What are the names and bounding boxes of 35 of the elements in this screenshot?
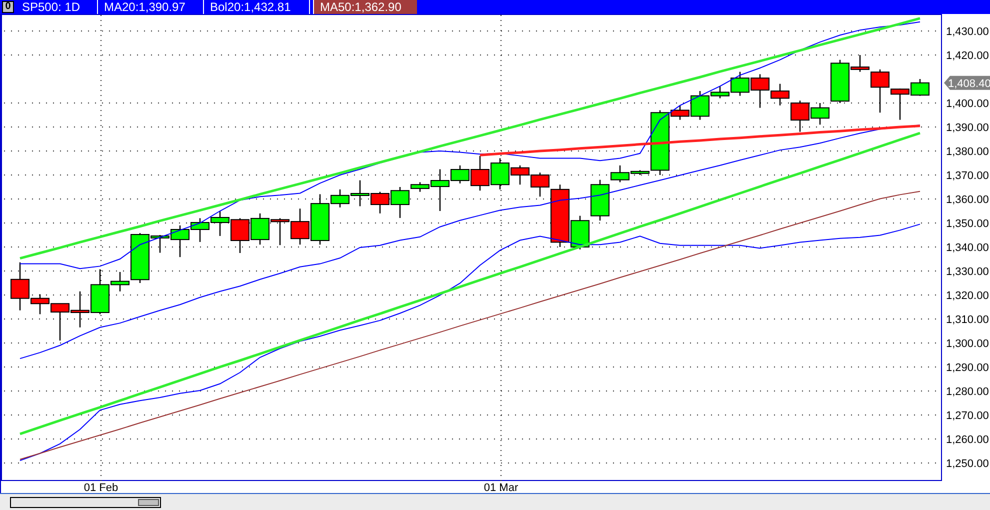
axis-label: 1,290.00 [946, 362, 989, 374]
price-tag: 1,408.40 [944, 76, 990, 90]
candlestick [230, 218, 250, 253]
axis-label: 1,260.00 [946, 434, 989, 446]
scrollbar-thumb[interactable] [138, 498, 159, 506]
candlestick [250, 213, 270, 245]
candlestick [210, 211, 230, 236]
candlestick [190, 218, 210, 242]
axis-label: 1,420.00 [946, 50, 989, 62]
axis-label: 1,320.00 [946, 290, 989, 302]
candlestick [70, 291, 90, 328]
candlestick [370, 192, 390, 214]
axis-label: 1,360.00 [946, 194, 989, 206]
axis-label: 1,330.00 [946, 266, 989, 278]
axis-label: 1,270.00 [946, 410, 989, 422]
date-label: 01 Mar [484, 482, 518, 493]
axis-label: 1,250.00 [946, 458, 989, 470]
candlestick [290, 208, 310, 245]
date-label: 01 Feb [84, 482, 118, 493]
scrollbar[interactable] [10, 496, 161, 508]
axis-label: 1,300.00 [946, 338, 989, 350]
chart-number-badge[interactable]: 0 [2, 1, 14, 13]
trend-line[interactable] [20, 132, 920, 436]
axis-label: 1,400.00 [946, 98, 989, 110]
axis-label: 1,350.00 [946, 218, 989, 230]
axis-label: 1,430.00 [946, 26, 989, 38]
candlestick [270, 218, 290, 246]
axis-label: 1,380.00 [946, 146, 989, 158]
axis-label: 1,370.00 [946, 170, 989, 182]
axis-label: 1,390.00 [946, 122, 989, 134]
axis-label: 1,310.00 [946, 314, 989, 326]
indicator-label[interactable]: MA50:1,362.90 [313, 0, 417, 14]
axis-label: 1,280.00 [946, 386, 989, 398]
axis-label: 1,340.00 [946, 242, 989, 254]
trend-line[interactable] [480, 124, 920, 156]
